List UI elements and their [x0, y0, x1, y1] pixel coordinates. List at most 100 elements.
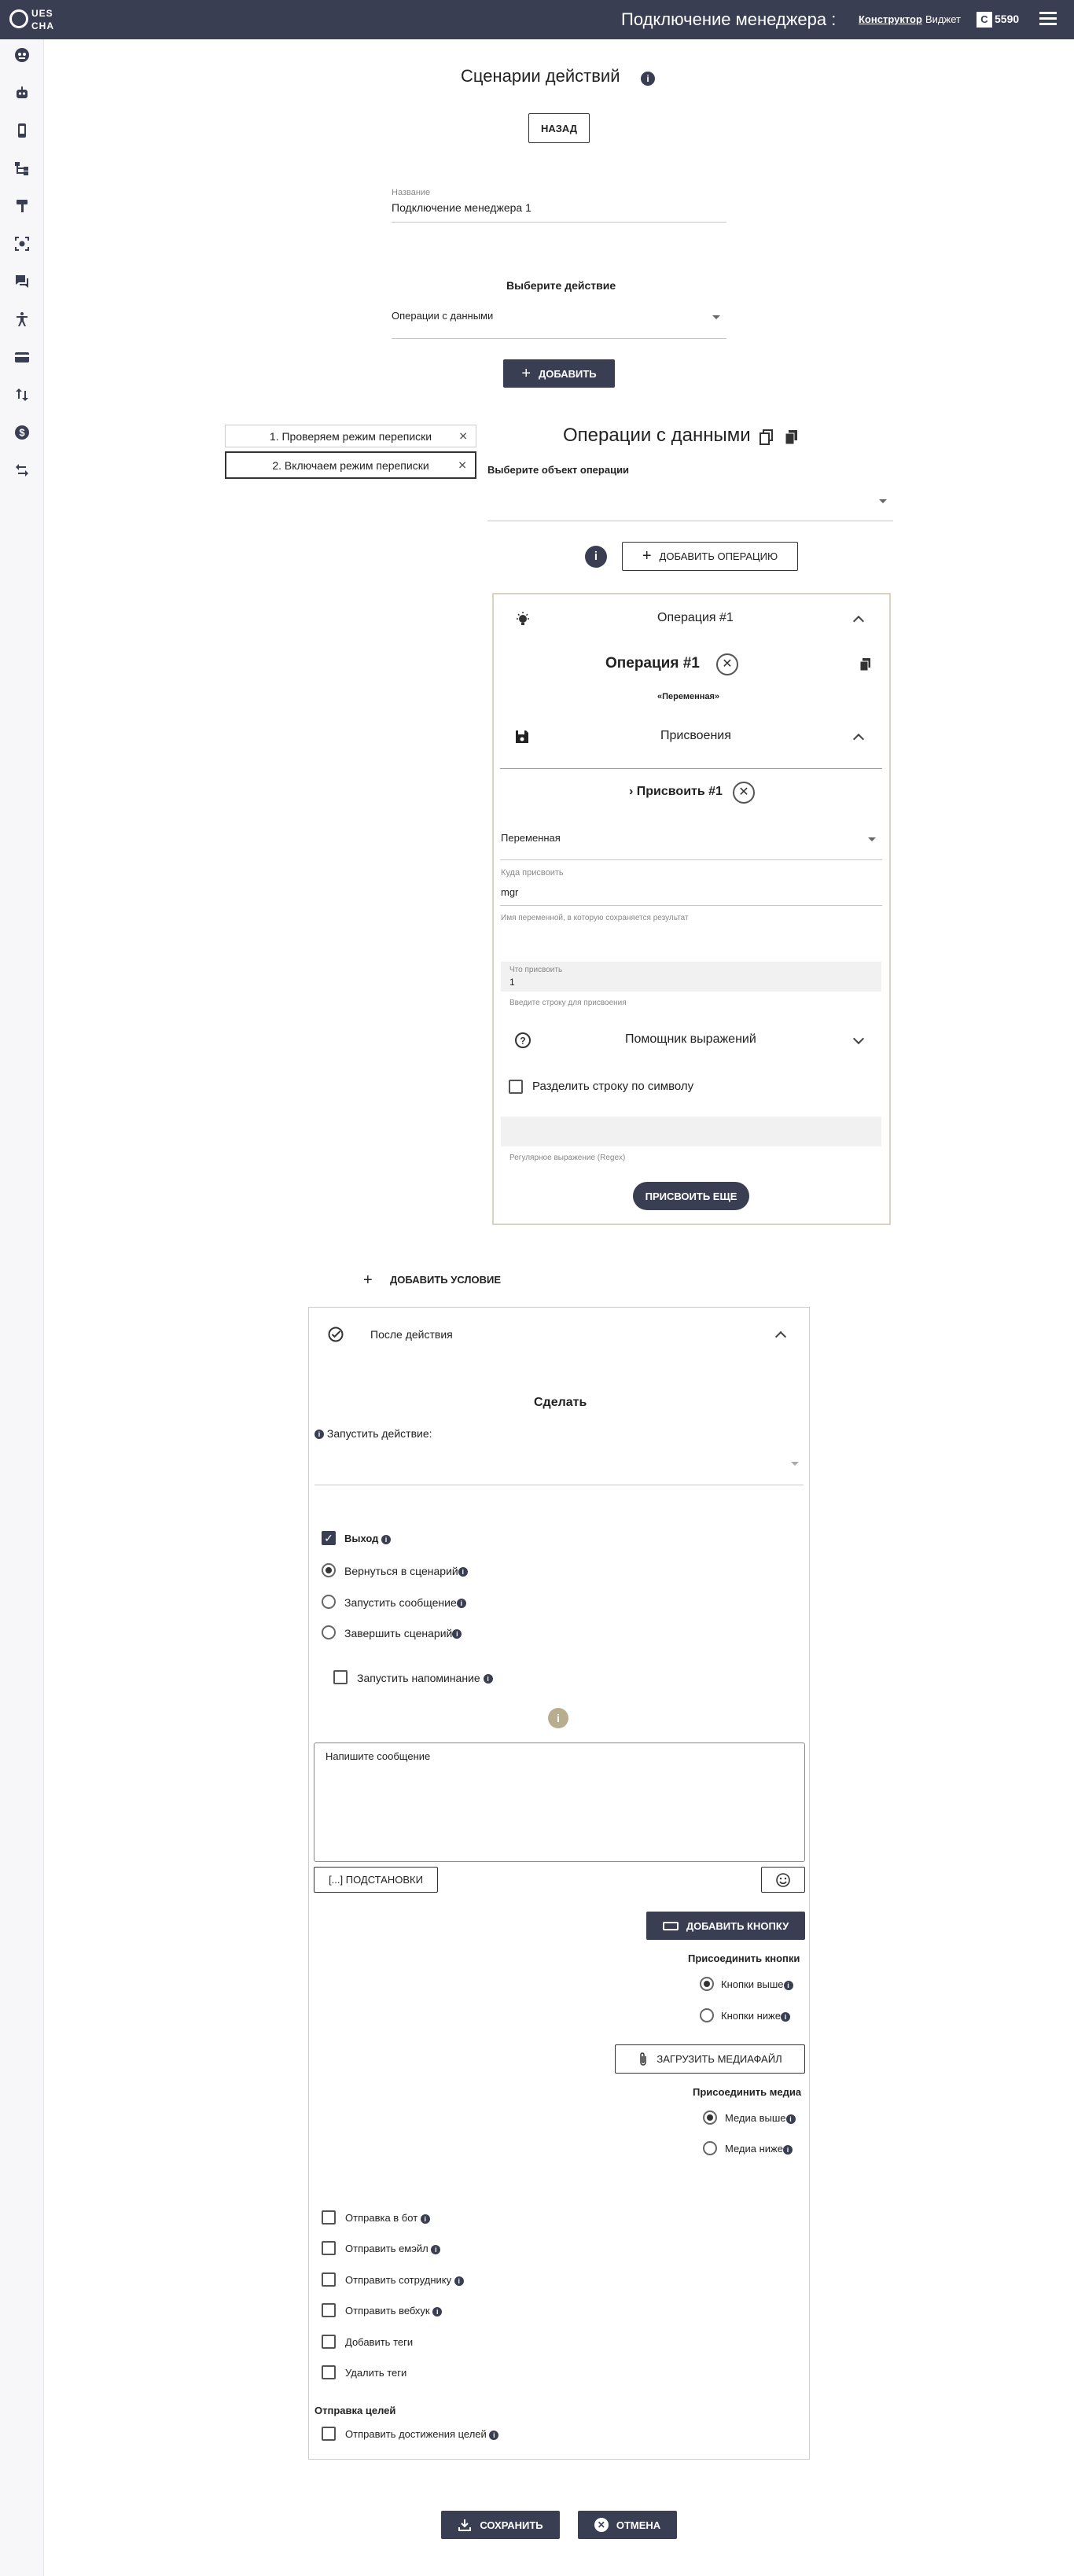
info-icon[interactable]: i — [585, 546, 607, 568]
info-icon[interactable]: i — [489, 2430, 499, 2440]
dollar-icon[interactable]: $ — [14, 425, 30, 440]
info-icon[interactable]: i — [458, 1567, 468, 1577]
info-icon[interactable]: i — [483, 1674, 493, 1684]
copy-icon[interactable] — [760, 429, 774, 445]
info-icon[interactable]: i — [314, 1430, 324, 1440]
info-icon[interactable]: i — [780, 2011, 790, 2022]
radio-start-message-label: Запустить сообщение — [344, 1596, 457, 1609]
chevron-down-icon[interactable] — [712, 315, 720, 319]
buttons-above-field: Кнопки выше i — [721, 1978, 793, 1990]
accessibility-icon[interactable] — [14, 311, 30, 327]
nav-constructor[interactable]: Конструктор — [859, 13, 922, 25]
add-button-button[interactable]: ДОБАВИТЬ КНОПКУ — [646, 1912, 805, 1940]
variable-select[interactable]: Переменная — [501, 832, 561, 844]
nav-widget[interactable]: Виджет — [925, 13, 961, 25]
where-label: Куда присвоить — [501, 868, 564, 878]
regex-input[interactable] — [501, 1117, 881, 1146]
scan-icon[interactable] — [14, 236, 30, 252]
action-select[interactable]: Операции с данными — [392, 310, 493, 322]
swap-vert-icon[interactable] — [14, 387, 30, 403]
do-title: Сделать — [534, 1396, 587, 1409]
remove-operation-icon[interactable]: ✕ — [716, 653, 738, 675]
emoji-button[interactable] — [761, 1867, 805, 1893]
info-icon[interactable]: i — [454, 2276, 464, 2286]
add-action-button[interactable]: + ДОБАВИТЬ — [503, 359, 615, 388]
bullet-icon: › — [629, 785, 634, 798]
balance-value[interactable]: 5590 — [995, 13, 1019, 25]
radio-start-message[interactable] — [322, 1595, 336, 1609]
split-checkbox[interactable] — [509, 1080, 523, 1094]
info-icon[interactable]: i — [420, 2214, 430, 2224]
info-icon[interactable]: i — [785, 2114, 796, 2124]
card-icon[interactable] — [14, 349, 30, 365]
paste-icon[interactable] — [785, 429, 799, 445]
paste-icon[interactable] — [859, 657, 872, 672]
send-to-bot-field: Отправка в бот i — [345, 2212, 430, 2224]
substitutions-button[interactable]: [...] ПОДСТАНОВКИ — [314, 1867, 438, 1893]
assign-more-button[interactable]: ПРИСВОИТЬ ЕЩЕ — [633, 1182, 749, 1210]
chevron-down-icon[interactable] — [879, 499, 887, 503]
emoji-icon — [776, 1872, 790, 1887]
svg-text:$: $ — [19, 427, 25, 439]
swap-horiz-icon[interactable] — [14, 462, 30, 478]
sidebar: $ — [0, 39, 44, 2576]
brush-icon[interactable] — [14, 198, 30, 214]
check-circle-icon — [328, 1327, 344, 1342]
plus-icon: + — [363, 1271, 373, 1289]
info-icon[interactable]: i — [432, 2306, 443, 2317]
help-icon: ? — [515, 1032, 531, 1048]
info-icon[interactable]: i — [452, 1629, 462, 1639]
info-icon[interactable]: i — [783, 1980, 793, 1990]
cancel-button[interactable]: ✕ ОТМЕНА — [578, 2511, 677, 2539]
close-icon[interactable]: ✕ — [458, 429, 468, 443]
info-icon[interactable]: i — [782, 2144, 793, 2155]
reminder-checkbox[interactable] — [333, 1670, 348, 1684]
name-input[interactable]: Подключение менеджера 1 — [392, 201, 531, 214]
operations-title: Операции с данными — [563, 425, 751, 446]
step-tab-2[interactable]: 2. Включаем режим переписки ✕ — [225, 451, 476, 479]
step-tab-1[interactable]: 1. Проверяем режим переписки ✕ — [225, 425, 476, 447]
info-icon[interactable]: i — [456, 1599, 466, 1609]
what-input[interactable]: 1 — [509, 977, 515, 988]
info-icon[interactable]: i — [381, 1534, 392, 1544]
menu-icon[interactable] — [1039, 12, 1057, 28]
exit-checkbox[interactable]: ✓ — [322, 1531, 336, 1545]
radio-return[interactable] — [322, 1563, 336, 1577]
chat-icon[interactable] — [14, 274, 30, 289]
send-webhook-checkbox[interactable] — [322, 2303, 336, 2317]
remove-tags-checkbox[interactable] — [322, 2365, 336, 2379]
robot-face-icon[interactable] — [14, 47, 30, 63]
save-button[interactable]: СОХРАНИТЬ — [441, 2511, 560, 2539]
operation-name: Операция #1 — [605, 655, 700, 672]
send-employee-checkbox[interactable] — [322, 2272, 336, 2287]
radio-end-scenario[interactable] — [322, 1625, 336, 1639]
radio-buttons-above[interactable] — [700, 1977, 714, 1991]
phone-icon[interactable] — [14, 123, 30, 138]
remove-assign-icon[interactable]: ✕ — [733, 782, 755, 804]
radio-media-below[interactable] — [703, 2141, 717, 2155]
info-icon[interactable]: i — [548, 1708, 568, 1728]
radio-media-above[interactable] — [703, 2110, 717, 2125]
add-tags-checkbox[interactable] — [322, 2335, 336, 2349]
top-bar: UES CHA Подключение менеджера : Конструк… — [0, 0, 1074, 39]
chevron-down-icon[interactable] — [791, 1462, 799, 1466]
page-title: Сценарии действий — [461, 66, 620, 86]
add-operation-button[interactable]: + ДОБАВИТЬ ОПЕРАЦИЮ — [622, 542, 798, 571]
add-condition-button[interactable]: ДОБАВИТЬ УСЛОВИЕ — [390, 1274, 501, 1286]
expression-helper[interactable]: Помощник выражений — [625, 1032, 756, 1047]
where-input[interactable]: mgr — [501, 886, 518, 898]
radio-buttons-below[interactable] — [700, 2008, 714, 2022]
close-icon[interactable]: ✕ — [458, 458, 467, 472]
send-to-bot-checkbox[interactable] — [322, 2210, 336, 2225]
download-icon — [458, 2519, 472, 2531]
info-icon[interactable]: i — [431, 2244, 441, 2254]
send-email-checkbox[interactable] — [322, 2241, 336, 2255]
tree-icon[interactable] — [14, 160, 30, 176]
info-icon[interactable]: i — [641, 72, 655, 86]
back-button[interactable]: НАЗАД — [528, 113, 590, 143]
upload-media-button[interactable]: ЗАГРУЗИТЬ МЕДИАФАЙЛ — [615, 2044, 805, 2074]
goals-checkbox[interactable] — [322, 2427, 336, 2441]
chevron-down-icon[interactable] — [868, 837, 876, 841]
logo[interactable]: UES CHA — [9, 5, 53, 35]
bot-icon[interactable] — [14, 85, 30, 101]
